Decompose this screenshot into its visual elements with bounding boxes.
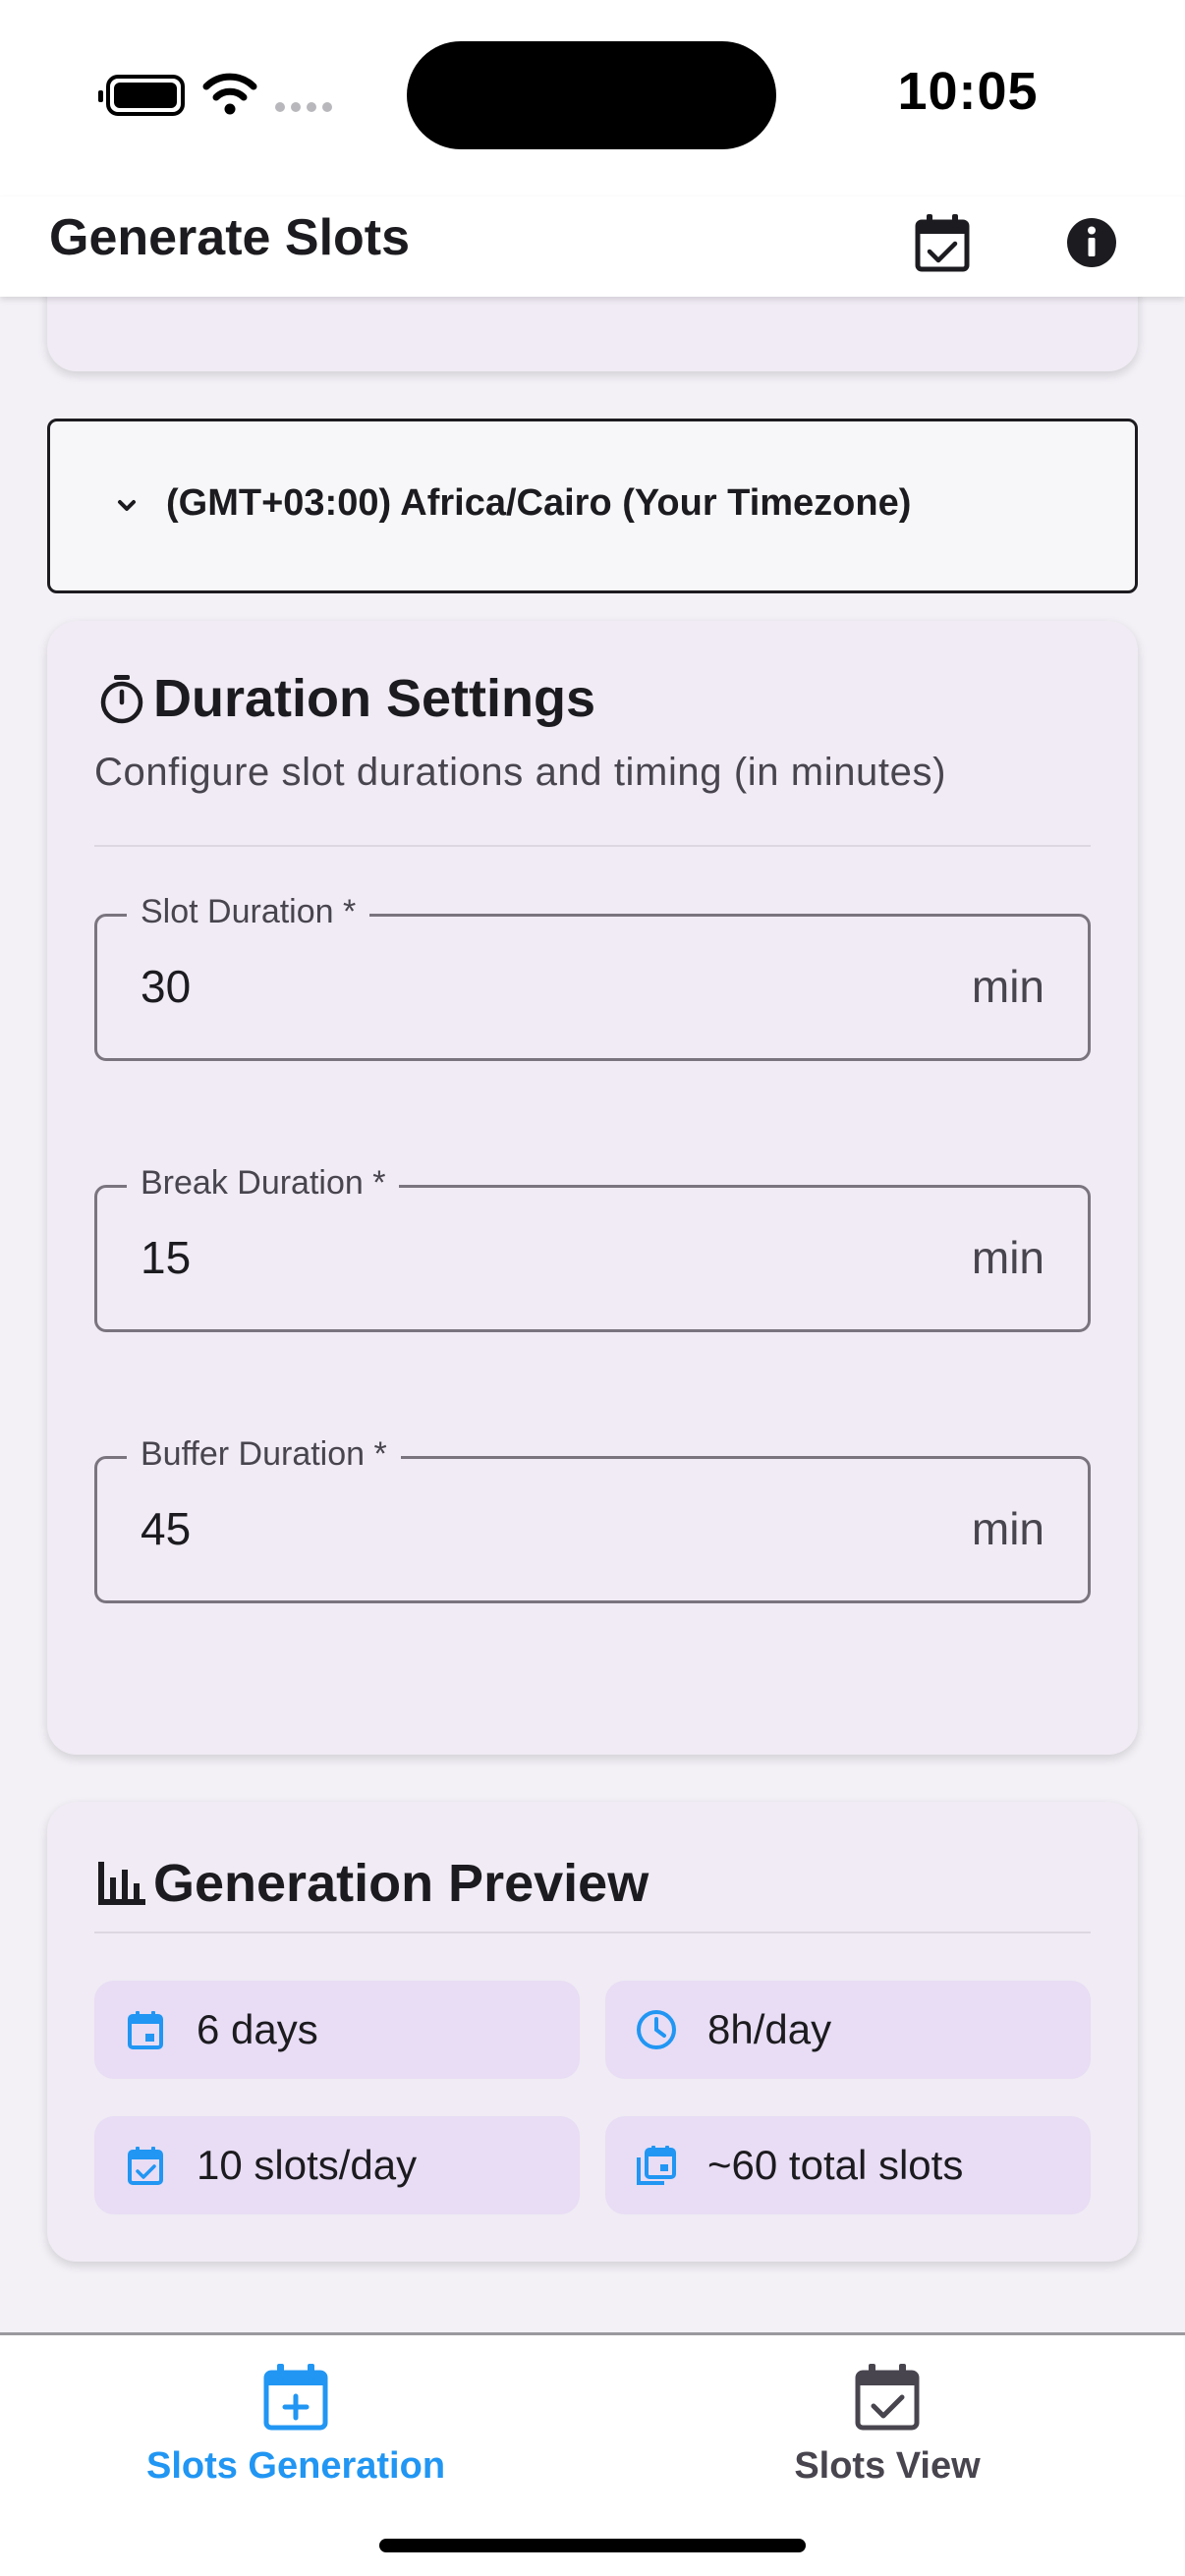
- generation-preview-title: Generation Preview: [153, 1854, 649, 1913]
- stat-total-slots: ~60 total slots: [605, 2116, 1091, 2214]
- screen: 10:05 Generate Slots (GMT+03:00) Africa/…: [0, 0, 1185, 2576]
- timezone-select[interactable]: (GMT+03:00) Africa/Cairo (Your Timezone): [47, 419, 1138, 593]
- duration-settings-title: Duration Settings: [153, 669, 596, 728]
- stat-days: 6 days: [94, 1981, 580, 2079]
- calendar-plus-icon: [263, 2364, 328, 2431]
- cellular-signal-icon: [275, 102, 332, 112]
- break-duration-suffix: min: [971, 1232, 1044, 1283]
- timer-icon: [100, 675, 143, 724]
- timezone-label: (GMT+03:00) Africa/Cairo (Your Timezone): [166, 482, 912, 524]
- calendar-check-icon: [855, 2364, 920, 2431]
- duration-settings-header: Duration Settings: [94, 668, 595, 729]
- nav-slots-view-label: Slots View: [794, 2445, 981, 2487]
- slot-duration-suffix: min: [971, 961, 1044, 1012]
- buffer-duration-input[interactable]: [141, 1502, 828, 1555]
- slot-duration-input[interactable]: [141, 960, 828, 1013]
- break-duration-input[interactable]: [141, 1231, 828, 1284]
- break-duration-label: Break Duration *: [127, 1164, 400, 1203]
- divider: [94, 1932, 1091, 1933]
- dynamic-island: [407, 41, 776, 149]
- clock-icon: [637, 2010, 676, 2049]
- stat-hours-text: 8h/day: [707, 2006, 832, 2052]
- bar-chart-icon: [98, 1862, 145, 1905]
- duration-settings-card: Duration Settings Configure slot duratio…: [47, 621, 1138, 1755]
- nav-slots-generation-label: Slots Generation: [145, 2445, 446, 2487]
- status-time: 10:05: [897, 62, 1039, 121]
- stat-slots-per-day-text: 10 slots/day: [197, 2142, 418, 2188]
- wifi-icon: [202, 73, 257, 115]
- calendar-icon: [128, 2011, 163, 2049]
- break-duration-field[interactable]: Break Duration * min: [94, 1164, 1091, 1332]
- calendar-multiple-icon: [637, 2146, 676, 2185]
- nav-slots-view[interactable]: Slots View: [690, 2359, 1085, 2488]
- buffer-duration-label: Buffer Duration *: [127, 1435, 401, 1474]
- buffer-duration-suffix: min: [971, 1503, 1044, 1554]
- slot-duration-label: Slot Duration *: [127, 893, 370, 931]
- battery-icon: [98, 75, 185, 116]
- generation-preview-header: Generation Preview: [94, 1853, 649, 1914]
- stat-slots-per-day: 10 slots/day: [94, 2116, 580, 2214]
- stat-hours: 8h/day: [605, 1981, 1091, 2079]
- app-bar: Generate Slots: [0, 196, 1185, 297]
- duration-settings-subtitle: Configure slot durations and timing (in …: [94, 751, 946, 794]
- page-title: Generate Slots: [49, 209, 411, 266]
- buffer-duration-field[interactable]: Buffer Duration * min: [94, 1435, 1091, 1603]
- divider: [94, 845, 1091, 847]
- status-bar: 10:05: [0, 0, 1185, 196]
- generation-preview-card: Generation Preview 6 days 8h/day 10 slot…: [47, 1802, 1138, 2262]
- stat-days-text: 6 days: [197, 2006, 318, 2052]
- slot-duration-field[interactable]: Slot Duration * min: [94, 893, 1091, 1061]
- chevron-down-icon: [118, 500, 136, 511]
- home-indicator: [379, 2539, 806, 2552]
- calendar-check-icon: [128, 2147, 163, 2185]
- stat-total-slots-text: ~60 total slots: [707, 2142, 964, 2188]
- calendar-check-icon[interactable]: [908, 208, 977, 277]
- info-icon[interactable]: [1057, 208, 1126, 277]
- nav-slots-generation[interactable]: Slots Generation: [98, 2359, 493, 2488]
